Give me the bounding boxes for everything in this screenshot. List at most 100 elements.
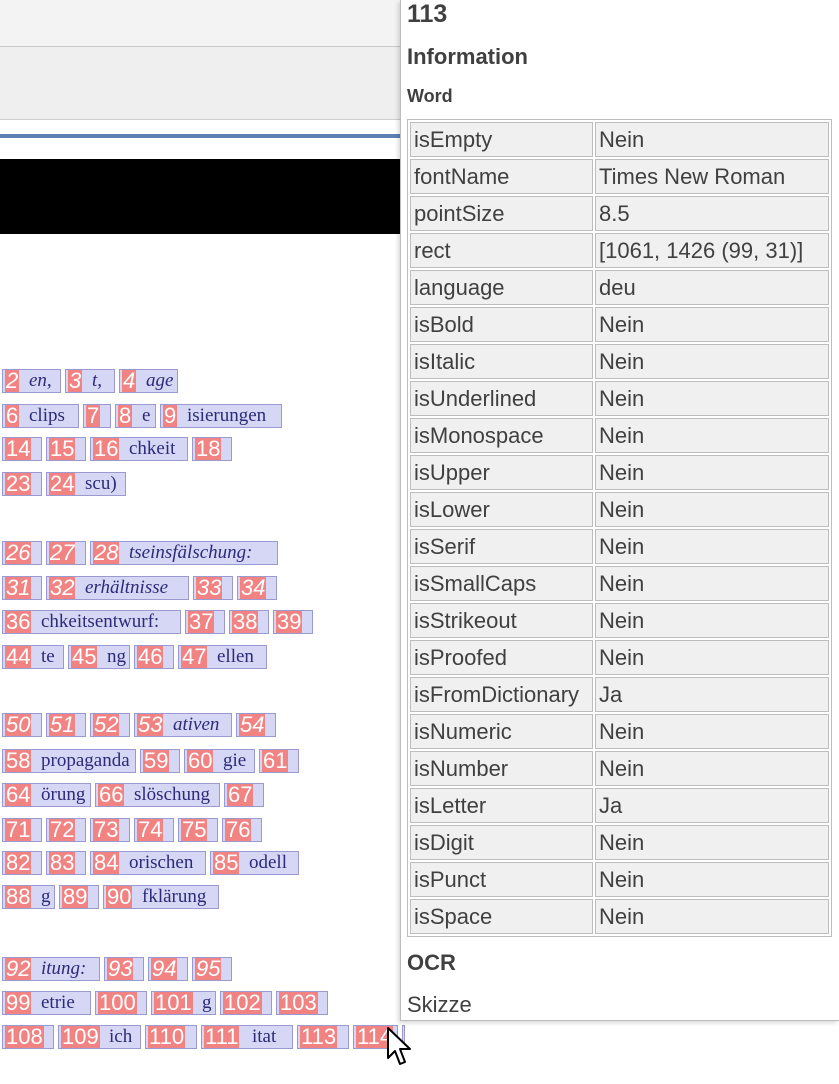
ocr-word-box[interactable]: 37 bbox=[185, 610, 225, 634]
property-key: isNumeric bbox=[410, 714, 593, 749]
ocr-word-box[interactable]: 82 bbox=[2, 851, 42, 875]
word-text: ellen bbox=[217, 646, 254, 667]
word-index-label: 64 bbox=[5, 783, 32, 807]
word-index-label: 89 bbox=[62, 885, 89, 909]
ocr-word-box[interactable]: 18 bbox=[192, 437, 232, 461]
ocr-word-box[interactable]: 84 orischen bbox=[90, 851, 206, 875]
ocr-word-box[interactable]: 58 propaganda bbox=[2, 749, 136, 773]
ocr-word-box[interactable]: 113 bbox=[297, 1025, 349, 1049]
ocr-word-box[interactable]: 24 scu) bbox=[46, 472, 126, 496]
ocr-word-box[interactable]: 15 bbox=[46, 437, 86, 461]
ocr-word-box[interactable]: 99 etrie bbox=[2, 991, 91, 1015]
ocr-word-box[interactable]: 102 bbox=[220, 991, 272, 1015]
ocr-word-box[interactable]: 72 bbox=[46, 818, 86, 842]
property-key: rect bbox=[410, 233, 593, 268]
property-row: isUpper Nein bbox=[410, 455, 829, 490]
word-index-label: 16 bbox=[93, 437, 120, 461]
ocr-word-box[interactable]: 16 chkeit bbox=[90, 437, 188, 461]
word-index-label: 61 bbox=[262, 749, 289, 773]
ocr-word-box[interactable]: 50 bbox=[2, 713, 42, 737]
property-row: isSmallCaps Nein bbox=[410, 566, 829, 601]
word-index-label: 28 bbox=[93, 541, 120, 565]
ocr-word-box[interactable]: 111 itat bbox=[201, 1025, 293, 1049]
ocr-word-box[interactable]: 108 bbox=[2, 1025, 54, 1049]
word-text: fklärung bbox=[142, 886, 207, 907]
ocr-word-box[interactable]: 61 bbox=[259, 749, 299, 773]
ocr-word-box[interactable]: 53 ativen bbox=[134, 713, 232, 737]
ocr-word-box[interactable]: 28 tseinsfälschung: bbox=[90, 541, 278, 565]
ocr-word-box[interactable]: 4 age bbox=[119, 369, 178, 393]
ocr-word-box[interactable]: 38 bbox=[229, 610, 269, 634]
ocr-word-box[interactable]: 9 isierungen bbox=[160, 404, 282, 428]
ocr-word-box[interactable]: 66 slöschung bbox=[95, 783, 220, 807]
ocr-word-box[interactable]: 67 bbox=[224, 783, 264, 807]
ocr-word-box[interactable]: 73 bbox=[90, 818, 130, 842]
word-index-label: 2 bbox=[5, 369, 20, 393]
word-index-label: 66 bbox=[98, 783, 125, 807]
word-index-label: 88 bbox=[5, 885, 32, 909]
ocr-word-box[interactable]: 52 bbox=[90, 713, 130, 737]
ocr-word-box[interactable]: 95 bbox=[192, 957, 232, 981]
ocr-word-box[interactable]: 8e bbox=[115, 404, 156, 428]
ocr-word-box[interactable]: 27 bbox=[46, 541, 86, 565]
ocr-word-box[interactable]: 32 erhältnisse bbox=[46, 576, 189, 600]
word-index-label: 59 bbox=[143, 749, 170, 773]
property-value: Nein bbox=[595, 825, 829, 860]
ocr-word-box[interactable]: 45 ng bbox=[68, 645, 130, 669]
ocr-word-box[interactable]: 64 örung bbox=[2, 783, 91, 807]
ocr-word-box[interactable]: 3 t, bbox=[65, 369, 115, 393]
property-key: isLower bbox=[410, 492, 593, 527]
ocr-word-box[interactable]: 44 te bbox=[2, 645, 64, 669]
property-value: Nein bbox=[595, 307, 829, 342]
ocr-word-box[interactable]: 14 bbox=[2, 437, 42, 461]
property-key: isProofed bbox=[410, 640, 593, 675]
ocr-word-box[interactable]: 60 gie bbox=[184, 749, 255, 773]
ocr-word-box[interactable]: 71 bbox=[2, 818, 42, 842]
word-index-label: 110 bbox=[148, 1025, 186, 1049]
ocr-word-box[interactable]: 90 fklärung bbox=[103, 885, 219, 909]
word-index-label: 44 bbox=[5, 645, 32, 669]
word-index-label: 113 bbox=[300, 1025, 338, 1049]
ocr-word-box[interactable]: 2 en, bbox=[2, 369, 61, 393]
ocr-word-box[interactable]: 110 bbox=[145, 1025, 197, 1049]
ocr-word-box[interactable]: 46 bbox=[134, 645, 174, 669]
ocr-word-box[interactable]: 88 g bbox=[2, 885, 55, 909]
ocr-word-box[interactable]: 6 clips bbox=[2, 404, 79, 428]
ocr-word-box[interactable]: 39 bbox=[273, 610, 313, 634]
ocr-word-box[interactable]: 31 bbox=[2, 576, 42, 600]
ocr-word-box[interactable]: 94 bbox=[148, 957, 188, 981]
property-key: isStrikeout bbox=[410, 603, 593, 638]
word-properties-table: isEmpty Nein fontName Times New Roman pointS… bbox=[407, 119, 832, 937]
word-index-label: 34 bbox=[240, 576, 267, 600]
ocr-word-box[interactable]: 103 bbox=[276, 991, 328, 1015]
ocr-word-box[interactable]: 93 bbox=[104, 957, 144, 981]
ocr-word-box[interactable]: 26 bbox=[2, 541, 42, 565]
word-index-label: 32 bbox=[49, 576, 76, 600]
word-index-label: 111 bbox=[204, 1025, 240, 1049]
property-row: isUnderlined Nein bbox=[410, 381, 829, 416]
ocr-word-box[interactable]: 92 itung: bbox=[2, 957, 100, 981]
ocr-word-box[interactable]: 109 ich bbox=[58, 1025, 141, 1049]
ocr-word-box[interactable]: 89 bbox=[59, 885, 99, 909]
ocr-word-box[interactable]: 100 bbox=[95, 991, 147, 1015]
property-row: isLetter Ja bbox=[410, 788, 829, 823]
ocr-word-box[interactable]: 85 odell bbox=[210, 851, 299, 875]
ocr-word-box[interactable]: 36 chkeitsentwurf: bbox=[2, 610, 181, 634]
ocr-word-box[interactable]: 76 bbox=[222, 818, 262, 842]
ocr-heading: OCR bbox=[407, 950, 456, 975]
ocr-word-box[interactable]: 75 bbox=[178, 818, 218, 842]
ocr-word-box[interactable]: 47 ellen bbox=[178, 645, 267, 669]
ocr-word-box[interactable]: 51 bbox=[46, 713, 86, 737]
ocr-word-box[interactable]: 33 bbox=[193, 576, 233, 600]
property-key: isNumber bbox=[410, 751, 593, 786]
ocr-word-box[interactable]: 7 bbox=[83, 404, 111, 428]
ocr-word-box[interactable]: 23 bbox=[2, 472, 42, 496]
ocr-word-box[interactable]: 83 bbox=[46, 851, 86, 875]
word-index-label: 72 bbox=[49, 818, 76, 842]
ocr-word-box[interactable]: 54 bbox=[236, 713, 276, 737]
ocr-word-box[interactable]: 74 bbox=[134, 818, 174, 842]
ocr-word-box[interactable]: 59 bbox=[140, 749, 180, 773]
ocr-word-box[interactable]: 34 bbox=[237, 576, 277, 600]
ocr-word-box[interactable]: 101 g bbox=[151, 991, 216, 1015]
word-index-label: 102 bbox=[223, 991, 262, 1015]
